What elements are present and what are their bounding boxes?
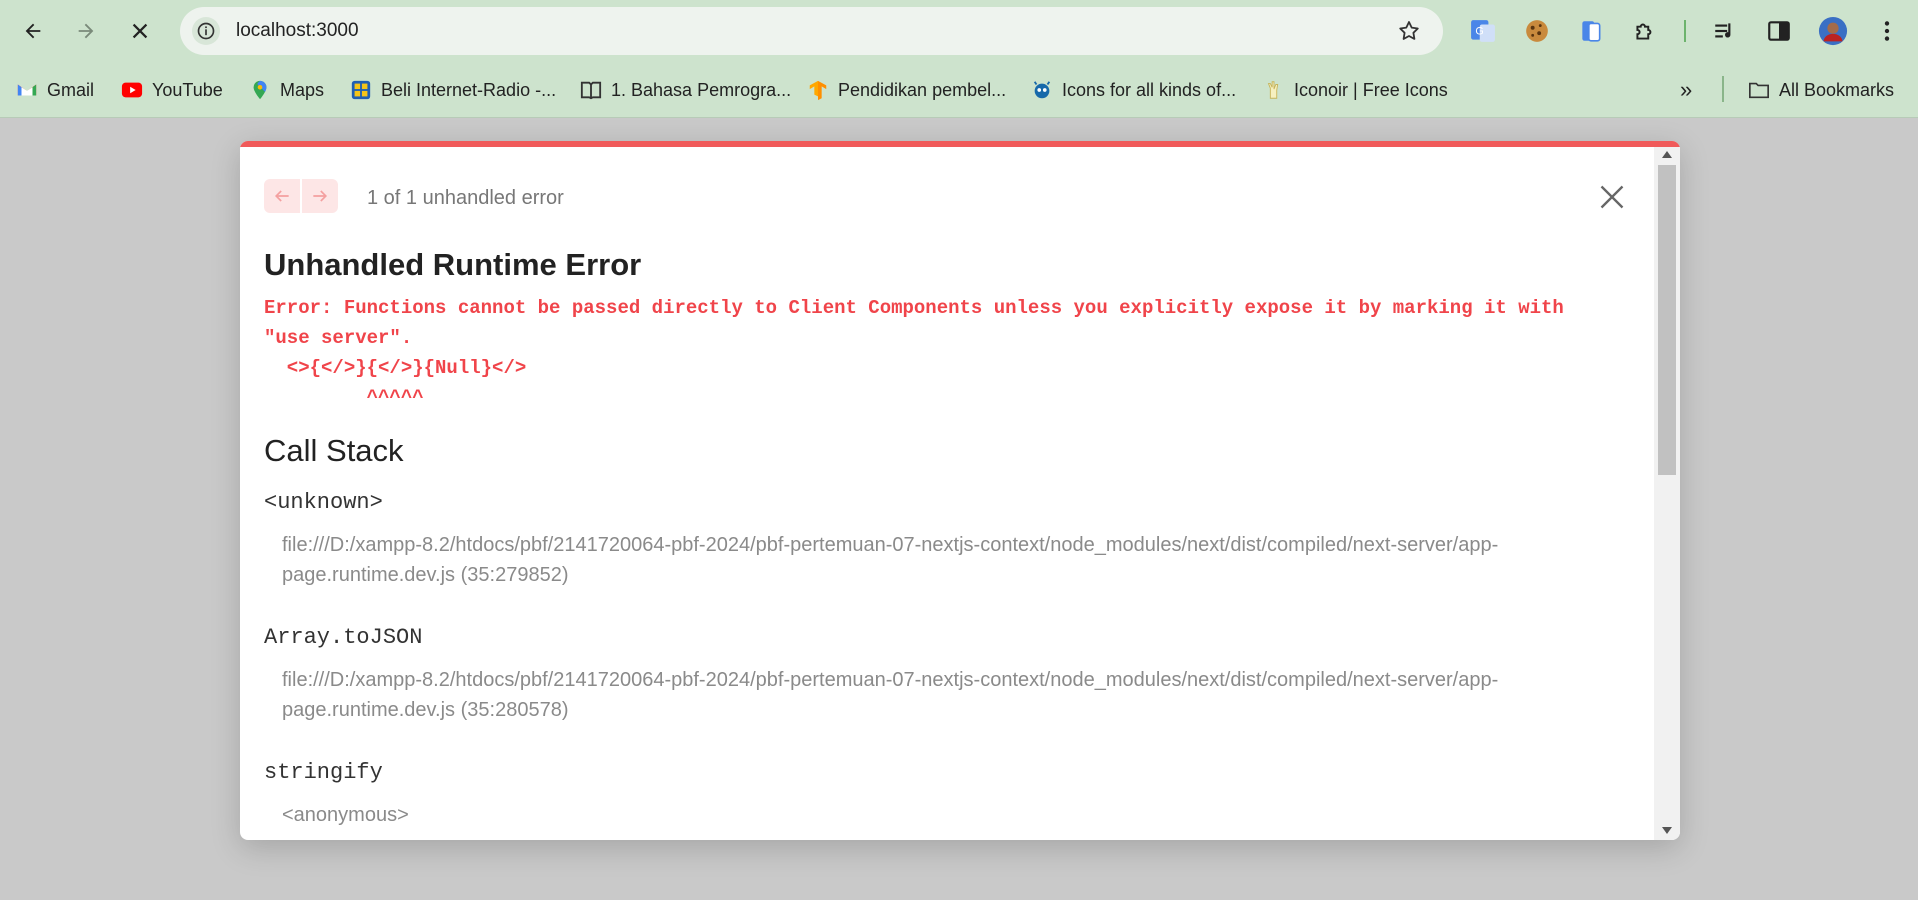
stack-frame-name[interactable]: stringify <box>264 760 383 785</box>
previous-error-button[interactable] <box>264 179 300 213</box>
overlay-scrollbar[interactable] <box>1654 147 1680 840</box>
error-line: ^^^^^ <box>264 387 424 409</box>
error-line: Error: Functions cannot be passed direct… <box>264 297 1564 319</box>
bookmark-star-icon[interactable] <box>1397 19 1421 43</box>
bookmark-bahasa[interactable]: 1. Bahasa Pemrogra... <box>580 76 791 104</box>
scroll-up-arrow-icon[interactable] <box>1662 151 1672 158</box>
phone-icon[interactable] <box>1575 15 1607 47</box>
stack-frame-location[interactable]: <anonymous> <box>282 800 1622 830</box>
bookmark-label: Maps <box>280 79 325 100</box>
close-icon[interactable] <box>1598 183 1626 211</box>
bookmark-youtube[interactable]: YouTube <box>121 76 223 104</box>
all-bookmarks-label: All Bookmarks <box>1779 79 1895 100</box>
stack-frame-location-line: page.runtime.dev.js (35:280578) <box>282 699 569 721</box>
youtube-icon <box>121 79 143 101</box>
book-icon <box>580 79 602 101</box>
puzzle-icon[interactable] <box>1629 15 1661 47</box>
bookmark-label: YouTube <box>152 79 223 100</box>
call-stack-heading: Call Stack <box>264 433 404 468</box>
bookmark-label: 1. Bahasa Pemrogra... <box>611 79 792 100</box>
bookmark-label: Icons for all kinds of... <box>1062 79 1237 100</box>
error-message: Error: Functions cannot be passed direct… <box>264 293 1634 413</box>
all-bookmarks-button[interactable]: All Bookmarks <box>1748 76 1894 104</box>
stop-loading-button[interactable] <box>121 12 159 50</box>
more-menu-icon[interactable] <box>1871 15 1903 47</box>
bookmark-label: Beli Internet-Radio -... <box>381 79 557 100</box>
arrow-left-icon <box>274 190 289 202</box>
bookmarks-separator <box>1722 76 1724 102</box>
close-icon <box>132 23 148 39</box>
scroll-down-arrow-icon[interactable] <box>1662 827 1672 834</box>
media-queue-icon[interactable] <box>1709 15 1741 47</box>
bookmark-pendidikan[interactable]: Pendidikan pembel... <box>807 76 1006 104</box>
browser-toolbar: localhost:3000 G <box>0 0 1918 62</box>
folder-icon <box>1748 79 1770 101</box>
error-title: Unhandled Runtime Error <box>264 247 642 282</box>
bookmark-label: Gmail <box>47 79 95 100</box>
address-bar[interactable]: localhost:3000 <box>180 7 1443 55</box>
error-pager <box>264 179 338 213</box>
forward-arrow-icon <box>78 23 94 39</box>
arrow-right-icon <box>313 190 328 202</box>
back-arrow-icon <box>25 23 41 39</box>
stack-frame-location-line: page.runtime.dev.js (35:279852) <box>282 564 569 586</box>
error-line: <>{</>}{</>}{Null}</> <box>264 357 527 379</box>
next-error-button[interactable] <box>302 179 338 213</box>
bookmark-gmail[interactable]: Gmail <box>16 76 94 104</box>
bookmark-label: Iconoir | Free Icons <box>1294 79 1448 100</box>
bookmark-label: Pendidikan pembel... <box>838 79 1007 100</box>
bookmark-maps[interactable]: Maps <box>249 76 324 104</box>
bookmarks-overflow-button[interactable]: » <box>1680 76 1692 104</box>
site-info-icon[interactable] <box>192 17 220 45</box>
stack-frame-location[interactable]: file:///D:/xampp-8.2/htdocs/pbf/21417200… <box>282 665 1622 725</box>
iconify-icon <box>1031 79 1053 101</box>
stack-frame-name[interactable]: <unknown> <box>264 490 383 515</box>
radio-icon <box>350 79 372 101</box>
svg-text:G: G <box>1475 25 1483 37</box>
error-overlay-content: 1 of 1 unhandled error Unhandled Runtime… <box>240 147 1654 840</box>
stack-frame-location-line: <anonymous> <box>282 804 409 826</box>
toolbar-separator <box>1684 20 1686 42</box>
cookie-icon[interactable] <box>1521 15 1553 47</box>
bookmark-iconoir[interactable]: Iconoir | Free Icons <box>1263 76 1448 104</box>
error-overlay-dialog: 1 of 1 unhandled error Unhandled Runtime… <box>240 141 1680 840</box>
tensorflow-icon <box>807 79 829 101</box>
stack-frame-location[interactable]: file:///D:/xampp-8.2/htdocs/pbf/21417200… <box>282 530 1622 590</box>
scrollbar-thumb[interactable] <box>1658 165 1676 475</box>
back-button[interactable] <box>14 12 52 50</box>
stack-frame-location-line: file:///D:/xampp-8.2/htdocs/pbf/21417200… <box>282 669 1499 691</box>
url-text[interactable]: localhost:3000 <box>236 20 359 42</box>
bookmarks-bar: Gmail YouTube Maps Beli Internet-Radio -… <box>0 62 1918 118</box>
profile-avatar[interactable] <box>1817 15 1849 47</box>
bookmark-radio[interactable]: Beli Internet-Radio -... <box>350 76 556 104</box>
gmail-icon <box>16 79 38 101</box>
overflow-chevron-icon: » <box>1680 77 1693 102</box>
iconoir-icon <box>1263 79 1285 101</box>
bookmark-icons[interactable]: Icons for all kinds of... <box>1031 76 1236 104</box>
maps-icon <box>249 79 271 101</box>
google-translate-icon[interactable]: G <box>1467 15 1499 47</box>
error-counter: 1 of 1 unhandled error <box>367 187 564 209</box>
error-line: "use server". <box>264 327 413 349</box>
stack-frame-location-line: file:///D:/xampp-8.2/htdocs/pbf/21417200… <box>282 534 1499 556</box>
stack-frame-name[interactable]: Array.toJSON <box>264 625 422 650</box>
forward-button[interactable] <box>67 12 105 50</box>
side-panel-icon[interactable] <box>1763 15 1795 47</box>
